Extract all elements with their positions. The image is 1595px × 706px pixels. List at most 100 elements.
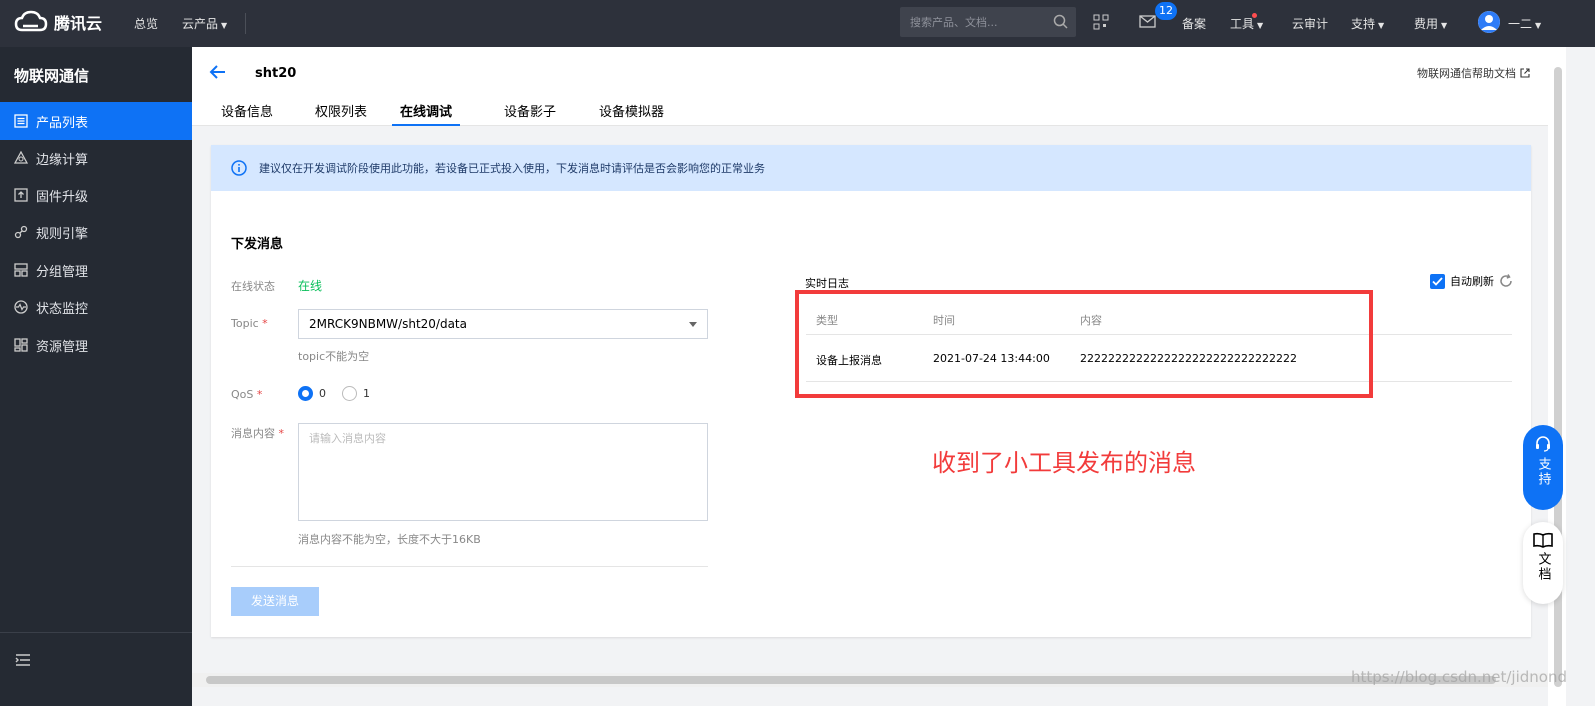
qos-label: QoS * xyxy=(231,388,262,401)
sidebar-item-label: 规则引擎 xyxy=(36,226,89,242)
tab-device-info[interactable]: 设备信息 xyxy=(221,101,273,126)
qrcode-icon[interactable] xyxy=(1093,14,1109,30)
docs-float-label: 文档 xyxy=(1535,552,1551,582)
status-label: 在线状态 xyxy=(231,280,275,293)
topic-select[interactable]: 2MRCK9NBMW/sht20/data xyxy=(298,309,708,339)
top-navbar: 腾讯云 总览 云产品▼ 12 备案 工具▼ 云审计 支持▼ 费用▼ 一二▼ xyxy=(0,0,1595,47)
refresh-icon[interactable] xyxy=(1499,274,1513,288)
help-doc-link[interactable]: 物联网通信帮助文档 xyxy=(1417,65,1530,81)
highlight-box xyxy=(795,290,1373,398)
tencent-cloud-logo[interactable]: 腾讯云 xyxy=(14,10,102,34)
docs-float-button[interactable]: 文档 xyxy=(1523,522,1563,604)
sidebar-item-rules[interactable]: 规则引擎 xyxy=(0,213,192,251)
support-float-label: 支持 xyxy=(1535,457,1551,487)
chevron-down-icon: ▼ xyxy=(1378,21,1385,30)
content-label-text: 消息内容 xyxy=(231,427,275,440)
required-mark: * xyxy=(262,317,268,330)
nav-products[interactable]: 云产品 ▼ xyxy=(182,15,227,32)
collapse-menu-icon[interactable] xyxy=(15,653,31,667)
nav-user[interactable]: 一二 ▼ xyxy=(1508,15,1541,32)
radio-unchecked-icon xyxy=(342,386,357,401)
realtime-log-title: 实时日志 xyxy=(805,277,849,290)
tab-permissions[interactable]: 权限列表 xyxy=(315,101,367,126)
content-label: 消息内容 * xyxy=(231,425,284,441)
page-title: sht20 xyxy=(255,66,297,81)
info-notice: 建议仅在开发调试阶段使用此功能，若设备已正式投入使用，下发消息时请评估是否会影响… xyxy=(211,145,1531,191)
nav-tools-label: 工具 xyxy=(1230,17,1255,31)
qos-radio-0[interactable]: 0 xyxy=(298,386,326,401)
monitor-icon xyxy=(14,300,28,314)
nav-support[interactable]: 支持 ▼ xyxy=(1351,15,1384,32)
info-icon xyxy=(231,160,247,176)
sidebar-item-monitor[interactable]: 状态监控 xyxy=(0,288,192,326)
scroll-thumb[interactable] xyxy=(206,676,1496,684)
status-badge: 在线 xyxy=(298,279,323,293)
topic-label-text: Topic xyxy=(231,317,259,330)
sidebar-item-products[interactable]: 产品列表 xyxy=(0,102,192,140)
sidebar-item-label: 状态监控 xyxy=(36,301,89,317)
main-content: sht20 物联网通信帮助文档 设备信息 权限列表 在线调试 设备影子 设备模拟… xyxy=(192,47,1548,706)
chevron-down-icon: ▼ xyxy=(1441,21,1448,30)
topic-hint: topic不能为空 xyxy=(298,350,370,363)
sidebar-item-resources[interactable]: 资源管理 xyxy=(0,326,192,364)
avatar[interactable] xyxy=(1478,11,1500,33)
nav-audit[interactable]: 云审计 xyxy=(1292,15,1328,32)
support-float-button[interactable]: 支持 xyxy=(1523,425,1563,510)
chevron-down-icon: ▼ xyxy=(1535,21,1542,30)
nav-tools[interactable]: 工具 ▼ xyxy=(1230,15,1263,32)
sidebar-item-label: 产品列表 xyxy=(36,115,89,131)
horizontal-scrollbar[interactable] xyxy=(192,673,1548,687)
tab-device-shadow[interactable]: 设备影子 xyxy=(504,101,556,126)
nav-beian[interactable]: 备案 xyxy=(1182,15,1206,32)
vertical-scrollbar[interactable] xyxy=(1548,47,1566,706)
sidebar-item-label: 分组管理 xyxy=(36,264,89,280)
qos-radio-1[interactable]: 1 xyxy=(342,386,370,401)
qos-option-label: 0 xyxy=(319,387,326,400)
nav-support-label: 支持 xyxy=(1351,17,1376,31)
auto-refresh-label: 自动刷新 xyxy=(1450,275,1494,288)
topic-label: Topic * xyxy=(231,317,268,330)
auto-refresh-checkbox[interactable] xyxy=(1430,273,1445,289)
help-doc-label: 物联网通信帮助文档 xyxy=(1417,67,1516,80)
search-input[interactable] xyxy=(900,7,1050,37)
search-icon[interactable] xyxy=(1053,14,1068,29)
nav-overview[interactable]: 总览 xyxy=(134,15,158,32)
topic-select-value: 2MRCK9NBMW/sht20/data xyxy=(309,317,467,331)
content-hint: 消息内容不能为空，长度不大于16KB xyxy=(298,533,481,546)
sidebar-item-label: 资源管理 xyxy=(36,339,89,355)
debug-panel: 建议仅在开发调试阶段使用此功能，若设备已正式投入使用，下发消息时请评估是否会影响… xyxy=(211,145,1531,637)
sidebar-item-label: 固件升级 xyxy=(36,189,89,205)
chevron-down-icon: ▼ xyxy=(1257,21,1264,30)
list-icon xyxy=(14,114,28,128)
checkmark-icon xyxy=(1432,276,1443,286)
sidebar-item-groups[interactable]: 分组管理 xyxy=(0,251,192,289)
sidebar-item-firmware[interactable]: 固件升级 xyxy=(0,176,192,214)
section-title: 下发消息 xyxy=(231,237,284,252)
required-mark: * xyxy=(256,388,263,401)
qos-label-text: QoS xyxy=(231,388,254,401)
edge-icon xyxy=(14,151,28,164)
link-icon xyxy=(14,225,28,239)
nav-divider xyxy=(245,13,246,34)
form-divider xyxy=(231,566,708,567)
notice-text: 建议仅在开发调试阶段使用此功能，若设备已正式投入使用，下发消息时请评估是否会影响… xyxy=(259,162,765,175)
qos-option-label: 1 xyxy=(363,387,370,400)
cloud-icon xyxy=(14,10,48,32)
search-box xyxy=(900,7,1076,37)
send-message-button[interactable]: 发送消息 xyxy=(231,587,319,616)
tab-online-debug[interactable]: 在线调试 xyxy=(392,101,461,126)
back-arrow-icon[interactable] xyxy=(208,63,228,81)
sidebar-footer xyxy=(0,632,192,706)
tab-device-simulator[interactable]: 设备模拟器 xyxy=(599,101,664,126)
watermark: https://blog.csdn.net/jidnond xyxy=(1350,668,1567,686)
group-icon xyxy=(14,263,28,277)
mail-count-badge: 12 xyxy=(1155,2,1177,20)
nav-billing[interactable]: 费用 ▼ xyxy=(1414,15,1447,32)
resource-icon xyxy=(14,338,28,352)
sidebar-item-edge[interactable]: 边缘计算 xyxy=(0,139,192,177)
mail-icon[interactable] xyxy=(1139,15,1156,28)
message-content-input[interactable] xyxy=(298,423,708,521)
sidebar: 物联网通信 产品列表 边缘计算 固件升级 规则引擎 分组管理 状态监控 资源管理 xyxy=(0,47,192,706)
chevron-down-icon: ▼ xyxy=(221,21,228,30)
notification-dot xyxy=(1252,13,1257,18)
